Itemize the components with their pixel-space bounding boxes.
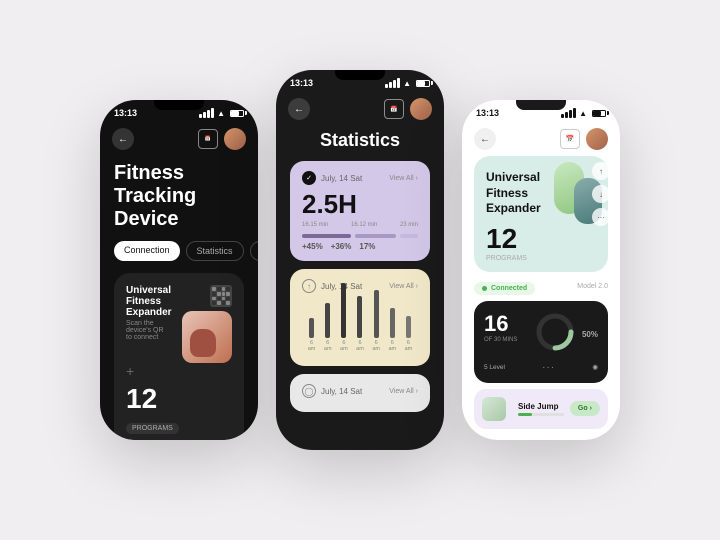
status-icons-right: ▲ (561, 108, 606, 118)
back-button-left[interactable]: ← (112, 128, 134, 150)
phone-right: 13:13 ▲ ← 📅 (462, 100, 620, 440)
exercise-bar-fill (518, 413, 532, 416)
avatar-left (224, 128, 246, 150)
notch-left (154, 100, 204, 110)
nav-bar-left: ← 📅 (100, 122, 258, 156)
device-card-left: UniversalFitnessExpander Scan thedevice'… (114, 273, 244, 440)
status-icons-mid: ▲ (385, 78, 430, 88)
phone-mid: 13:13 ▲ ← 📅 (276, 70, 444, 450)
battery-left (230, 110, 244, 117)
check-icon-1: ✓ (302, 171, 316, 185)
model-text: Model 2.0 (577, 283, 608, 290)
product-card-right: Universal FitnessExpander 12 PROGRAMS ↑ … (474, 156, 608, 272)
device-card-title: UniversalFitnessExpander (126, 285, 172, 318)
connected-badge: Connected (474, 282, 535, 295)
status-icons-left: ▲ (199, 108, 244, 118)
plus-icon: + (126, 363, 232, 379)
level-progress: ◉ (592, 363, 598, 371)
wifi-right: ▲ (579, 109, 587, 118)
exercise-card: Side Jump Go › (474, 389, 608, 429)
battery-right (592, 110, 606, 117)
notch-mid (335, 70, 385, 80)
phone-left: 13:13 ▲ ← 📅 (100, 100, 258, 440)
view-all-2[interactable]: View All › (389, 283, 418, 290)
time-right: 13:13 (476, 108, 499, 118)
wifi-mid: ▲ (403, 79, 411, 88)
device-thumb-left (182, 311, 232, 363)
calendar-icon-left[interactable]: 📅 (198, 129, 218, 149)
scan-text: Scan thedevice's QRto connect (126, 320, 172, 341)
notch-right (516, 100, 566, 110)
dark-card-sub: OF 30 MINS (484, 337, 517, 343)
tab-shop[interactable]: Shop (250, 241, 258, 261)
qr-code (210, 285, 232, 307)
battery-mid (416, 80, 430, 87)
big-number-left: 12 (126, 383, 232, 415)
level-badge: 5 Level (484, 364, 505, 371)
exercise-name: Side Jump (518, 402, 564, 411)
exercise-progress-bar (518, 413, 564, 416)
exercise-thumb (482, 397, 506, 421)
nav-bar-mid: ← 📅 (276, 92, 444, 126)
big-time-1: 2.5H (302, 189, 418, 220)
download-icon[interactable]: ↓ (592, 185, 608, 203)
stats-title: Statistics (276, 130, 444, 151)
card-date-3: July, 14 Sat (321, 387, 362, 396)
calendar-icon-mid[interactable]: 📅 (384, 99, 404, 119)
signal-right (561, 108, 576, 118)
more-icon[interactable]: ··· (592, 208, 608, 226)
more-options-icon[interactable]: ··· (542, 362, 555, 373)
avatar-right (586, 128, 608, 150)
programs-badge-left: PROGRAMS (126, 423, 179, 434)
pct-label: 50% (582, 330, 598, 339)
programs-label-right: PROGRAMS (486, 255, 596, 262)
left-content: Fitness Tracking Device Connection Stati… (100, 162, 258, 440)
back-button-right[interactable]: ← (474, 128, 496, 150)
avatar-mid (410, 98, 432, 120)
time-segments (302, 234, 418, 238)
time-left: 13:13 (114, 108, 137, 118)
stats-card-2: ↑ July, 14 Sat View All › 6 am (290, 269, 430, 366)
exercise-info: Side Jump (518, 402, 564, 416)
signal-left (199, 108, 214, 118)
wifi-left: ▲ (217, 109, 225, 118)
green-dot (482, 286, 487, 291)
phones-container: 13:13 ▲ ← 📅 (80, 70, 640, 470)
action-icons-right: ↑ ↓ ··· (592, 162, 608, 226)
stats-card-1: ✓ July, 14 Sat View All › 2.5H 16.15 min… (290, 161, 430, 261)
back-button-mid[interactable]: ← (288, 98, 310, 120)
dark-card-right: 16 OF 30 MINS 50% (474, 301, 608, 383)
programs-count: 12 (486, 223, 517, 255)
nav-bar-right: ← 📅 (462, 122, 620, 156)
tab-statistics[interactable]: Statistics (186, 241, 244, 261)
bar-chart: 6 am 6 am 6 am 6 am (302, 297, 418, 352)
tab-connection[interactable]: Connection (114, 241, 180, 261)
go-button[interactable]: Go › (570, 401, 600, 416)
mid-content: ✓ July, 14 Sat View All › 2.5H 16.15 min… (276, 161, 444, 412)
main-title: Fitness Tracking Device (114, 162, 244, 231)
chart-icon-2: ↑ (302, 279, 316, 293)
stats-row-1: +45% +36% 17% (302, 242, 418, 251)
donut-chart (534, 311, 576, 358)
tabs-row: Connection Statistics Shop (114, 241, 244, 261)
share-icon[interactable]: ↑ (592, 162, 608, 180)
time-mid: 13:13 (290, 78, 313, 88)
view-all-1[interactable]: View All › (389, 175, 418, 182)
icon-card-3: ◯ (302, 384, 316, 398)
signal-mid (385, 78, 400, 88)
calendar-icon-right[interactable]: 📅 (560, 129, 580, 149)
card-date-1: July, 14 Sat (321, 174, 362, 183)
dark-card-number: 16 (484, 311, 517, 337)
view-all-3[interactable]: View All › (389, 388, 418, 395)
right-content: Universal FitnessExpander 12 PROGRAMS ↑ … (462, 156, 620, 429)
stats-card-3: ◯ July, 14 Sat View All › (290, 374, 430, 412)
connected-text: Connected (491, 285, 527, 292)
